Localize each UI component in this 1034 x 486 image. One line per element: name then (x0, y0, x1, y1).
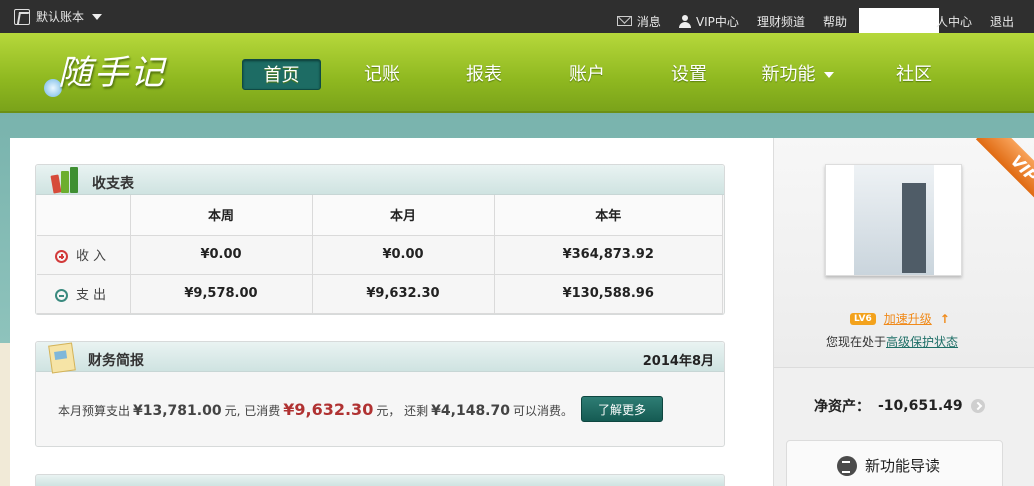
brief-text-spent: 元, 已消费 (224, 404, 281, 418)
income-label: 收入 (76, 249, 111, 264)
table-cell: ¥0.00 (130, 235, 313, 275)
books-icon (50, 167, 82, 194)
new-feature-guide[interactable]: 新功能导读 (786, 440, 1003, 486)
finance-channel-link[interactable]: 理财频道 (757, 13, 805, 30)
income-expense-title: 收支表 (92, 176, 134, 192)
vip-ribbon: VIP (965, 138, 1034, 208)
budget-amount: ¥13,781.00 (133, 403, 222, 419)
protection-prefix: 您现在处于 (826, 335, 887, 349)
top-bar: 默认账本 消息 VIP中心 理财频道 帮助 人中心 退出 (0, 0, 1034, 34)
nav-accounts[interactable]: 账户 (550, 59, 624, 90)
account-book-icon (14, 8, 30, 25)
personal-center-link[interactable]: 人中心 (858, 8, 972, 34)
financial-brief-header: 财务简报 2014年8月 (36, 342, 724, 374)
brief-text-tail: 可以消费。 (512, 404, 573, 418)
arrow-up-icon: ↑ (939, 311, 950, 326)
table-row-expense: 支出 ¥9,578.00 ¥9,632.30 ¥130,588.96 (37, 274, 723, 314)
net-worth-label: 净资产： (814, 399, 870, 415)
brief-summary: 本月预算支出 ¥13,781.00 元, 已消费 ¥9,632.30 元， 还剩… (58, 400, 573, 419)
net-worth-value: -10,651.49 (878, 398, 963, 414)
sidebar: VIP LV6 加速升级 ↑ 您现在处于高级保护状态 净资产： -10,651.4… (773, 138, 1034, 486)
nav-reports[interactable]: 报表 (447, 59, 521, 90)
profile-panel: VIP LV6 加速升级 ↑ 您现在处于高级保护状态 (774, 138, 1034, 368)
income-expense-header: 收支表 (36, 165, 724, 195)
table-header-row: 本周 本月 本年 (37, 195, 723, 236)
table-cell: ¥130,588.96 (494, 274, 723, 314)
main-panel: 收支表 本周 本月 本年 收入 ¥0.00 ¥0.00 ¥364,873.92 … (10, 138, 773, 486)
vip-center-label: VIP中心 (695, 14, 739, 29)
vip-center-link[interactable]: VIP中心 (678, 13, 739, 30)
nav-new-features[interactable]: 新功能 (750, 59, 845, 90)
table-cell: ¥0.00 (312, 235, 495, 275)
third-card-header (35, 474, 725, 486)
financial-brief-title: 财务简报 (88, 353, 144, 369)
upgrade-link[interactable]: 加速升级 (884, 310, 932, 327)
brief-text-remaining: 元， 还剩 (376, 404, 429, 418)
chevron-down-icon (823, 72, 834, 78)
column-header: 本年 (494, 195, 723, 236)
minus-circle-icon (55, 289, 68, 302)
level-row: LV6 加速升级 ↑ (850, 310, 950, 327)
financial-brief-card: 财务简报 2014年8月 本月预算支出 ¥13,781.00 元, 已消费 ¥9… (35, 341, 725, 447)
protection-status: 您现在处于高级保护状态 (826, 333, 958, 350)
table-cell: ¥9,578.00 (130, 274, 313, 314)
top-links: 消息 VIP中心 理财频道 帮助 人中心 退出 (616, 8, 1014, 34)
remaining-amount: ¥4,148.70 (431, 403, 510, 419)
chevron-right-icon[interactable] (970, 399, 985, 413)
net-worth[interactable]: 净资产： -10,651.49 (814, 396, 985, 416)
messages-label: 消息 (636, 14, 661, 29)
main-nav: 随手记 首页 记账 报表 账户 设置 新功能 社区 (0, 33, 1034, 113)
income-row-label: 收入 (37, 235, 131, 275)
learn-more-button[interactable]: 了解更多 (581, 396, 663, 422)
guide-label: 新功能导读 (865, 457, 941, 475)
expense-row-label: 支出 (37, 274, 131, 314)
table-cell: ¥9,632.30 (312, 274, 495, 314)
user-icon (678, 14, 691, 28)
mail-icon (616, 16, 632, 26)
nav-bookkeeping[interactable]: 记账 (345, 59, 419, 90)
income-expense-card: 收支表 本周 本月 本年 收入 ¥0.00 ¥0.00 ¥364,873.92 … (35, 164, 725, 315)
income-expense-table: 本周 本月 本年 收入 ¥0.00 ¥0.00 ¥364,873.92 支出 ¥… (37, 195, 723, 314)
nav-community[interactable]: 社区 (877, 59, 951, 90)
brief-period: 2014年8月 (642, 354, 714, 369)
level-badge: LV6 (850, 312, 876, 325)
column-header: 本周 (130, 195, 313, 236)
chevron-down-icon (92, 13, 103, 20)
newspaper-icon (48, 342, 76, 374)
table-corner (37, 195, 131, 236)
expense-label: 支出 (76, 288, 111, 303)
avatar[interactable] (825, 164, 962, 276)
personal-center-label: 人中心 (935, 14, 972, 29)
account-book-label: 默认账本 (36, 10, 85, 24)
help-link[interactable]: 帮助 (823, 13, 847, 30)
nav-settings[interactable]: 设置 (652, 59, 726, 90)
plus-circle-icon (55, 250, 68, 263)
table-cell: ¥364,873.92 (494, 235, 723, 275)
table-row-income: 收入 ¥0.00 ¥0.00 ¥364,873.92 (37, 235, 723, 275)
nav-new-features-label: 新功能 (761, 64, 816, 85)
column-header: 本月 (312, 195, 495, 236)
document-icon (837, 455, 857, 476)
redacted-username (858, 8, 939, 34)
spent-amount: ¥9,632.30 (283, 400, 374, 419)
logout-link[interactable]: 退出 (990, 13, 1014, 30)
vip-label: VIP (975, 138, 1034, 208)
messages-link[interactable]: 消息 (616, 13, 661, 30)
account-book-selector[interactable]: 默认账本 (14, 8, 103, 25)
nav-home[interactable]: 首页 (242, 59, 321, 90)
protection-link[interactable]: 高级保护状态 (886, 335, 958, 349)
financial-brief-body: 本月预算支出 ¥13,781.00 元, 已消费 ¥9,632.30 元， 还剩… (36, 372, 724, 446)
brief-text-budget: 本月预算支出 (58, 404, 131, 418)
